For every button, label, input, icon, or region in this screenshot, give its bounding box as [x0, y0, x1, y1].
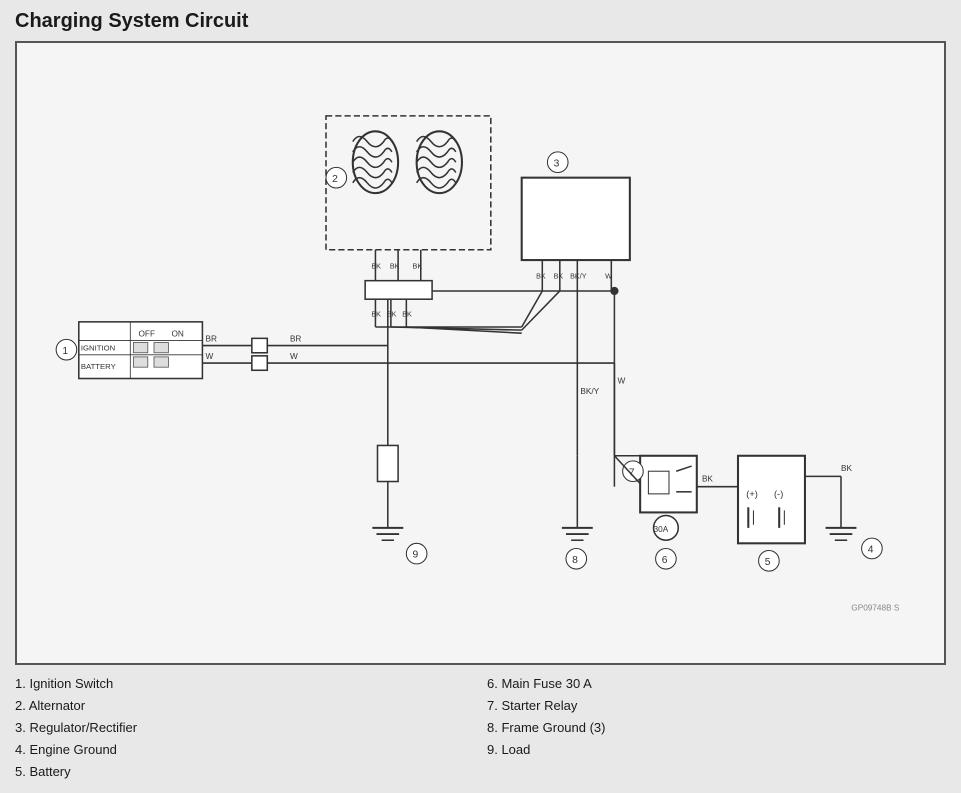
- legend: 1. Ignition Switch 2. Alternator 3. Regu…: [15, 673, 946, 783]
- svg-text:W: W: [617, 377, 625, 386]
- svg-text:(+): (+): [746, 489, 758, 499]
- svg-text:BK: BK: [371, 261, 381, 270]
- legend-item-9: 9. Load: [487, 739, 946, 761]
- svg-text:BK: BK: [702, 475, 713, 484]
- svg-text:IGNITION: IGNITION: [81, 344, 115, 353]
- svg-text:W: W: [605, 272, 612, 281]
- svg-text:OFF: OFF: [139, 329, 155, 338]
- svg-text:(-): (-): [774, 489, 783, 499]
- svg-text:BK: BK: [390, 261, 400, 270]
- circuit-diagram: OFF ON IGNITION BATTERY 1 BR BR: [17, 43, 944, 663]
- legend-item-3: 3. Regulator/Rectifier: [15, 717, 474, 739]
- page-title: Charging System Circuit: [15, 10, 946, 33]
- svg-text:BK: BK: [536, 272, 546, 281]
- svg-text:BK: BK: [371, 310, 381, 319]
- svg-text:9: 9: [413, 550, 419, 561]
- svg-text:3: 3: [554, 158, 560, 169]
- legend-item-7: 7. Starter Relay: [487, 695, 946, 717]
- legend-item-2: 2. Alternator: [15, 695, 474, 717]
- legend-item-8: 8. Frame Ground (3): [487, 717, 946, 739]
- legend-item-4: 4. Engine Ground: [15, 739, 474, 761]
- svg-text:BR: BR: [290, 334, 301, 343]
- legend-item-6: 6. Main Fuse 30 A: [487, 673, 946, 695]
- svg-text:1: 1: [62, 346, 68, 357]
- page: Charging System Circuit OFF ON IGNITION …: [0, 0, 961, 793]
- svg-text:8: 8: [572, 555, 578, 566]
- svg-text:6: 6: [662, 555, 668, 566]
- svg-text:30A: 30A: [654, 525, 669, 534]
- svg-text:2: 2: [332, 174, 338, 185]
- svg-text:BATTERY: BATTERY: [81, 362, 116, 371]
- svg-text:BK: BK: [402, 310, 412, 319]
- legend-item-1: 1. Ignition Switch: [15, 673, 474, 695]
- svg-text:W: W: [205, 352, 213, 361]
- svg-text:5: 5: [765, 557, 771, 568]
- svg-text:BK: BK: [387, 310, 397, 319]
- svg-text:BK: BK: [841, 464, 852, 473]
- diagram-container: OFF ON IGNITION BATTERY 1 BR BR: [15, 41, 946, 665]
- svg-text:W: W: [290, 352, 298, 361]
- svg-text:4: 4: [868, 545, 874, 556]
- svg-text:GP09748B S: GP09748B S: [851, 603, 900, 612]
- svg-text:BK: BK: [554, 272, 564, 281]
- svg-text:ON: ON: [172, 329, 184, 338]
- svg-text:BK/Y: BK/Y: [570, 272, 587, 281]
- legend-item-5: 5. Battery: [15, 761, 474, 783]
- svg-text:BK/Y: BK/Y: [580, 387, 599, 396]
- svg-text:BK: BK: [413, 261, 423, 270]
- svg-text:BR: BR: [205, 334, 216, 343]
